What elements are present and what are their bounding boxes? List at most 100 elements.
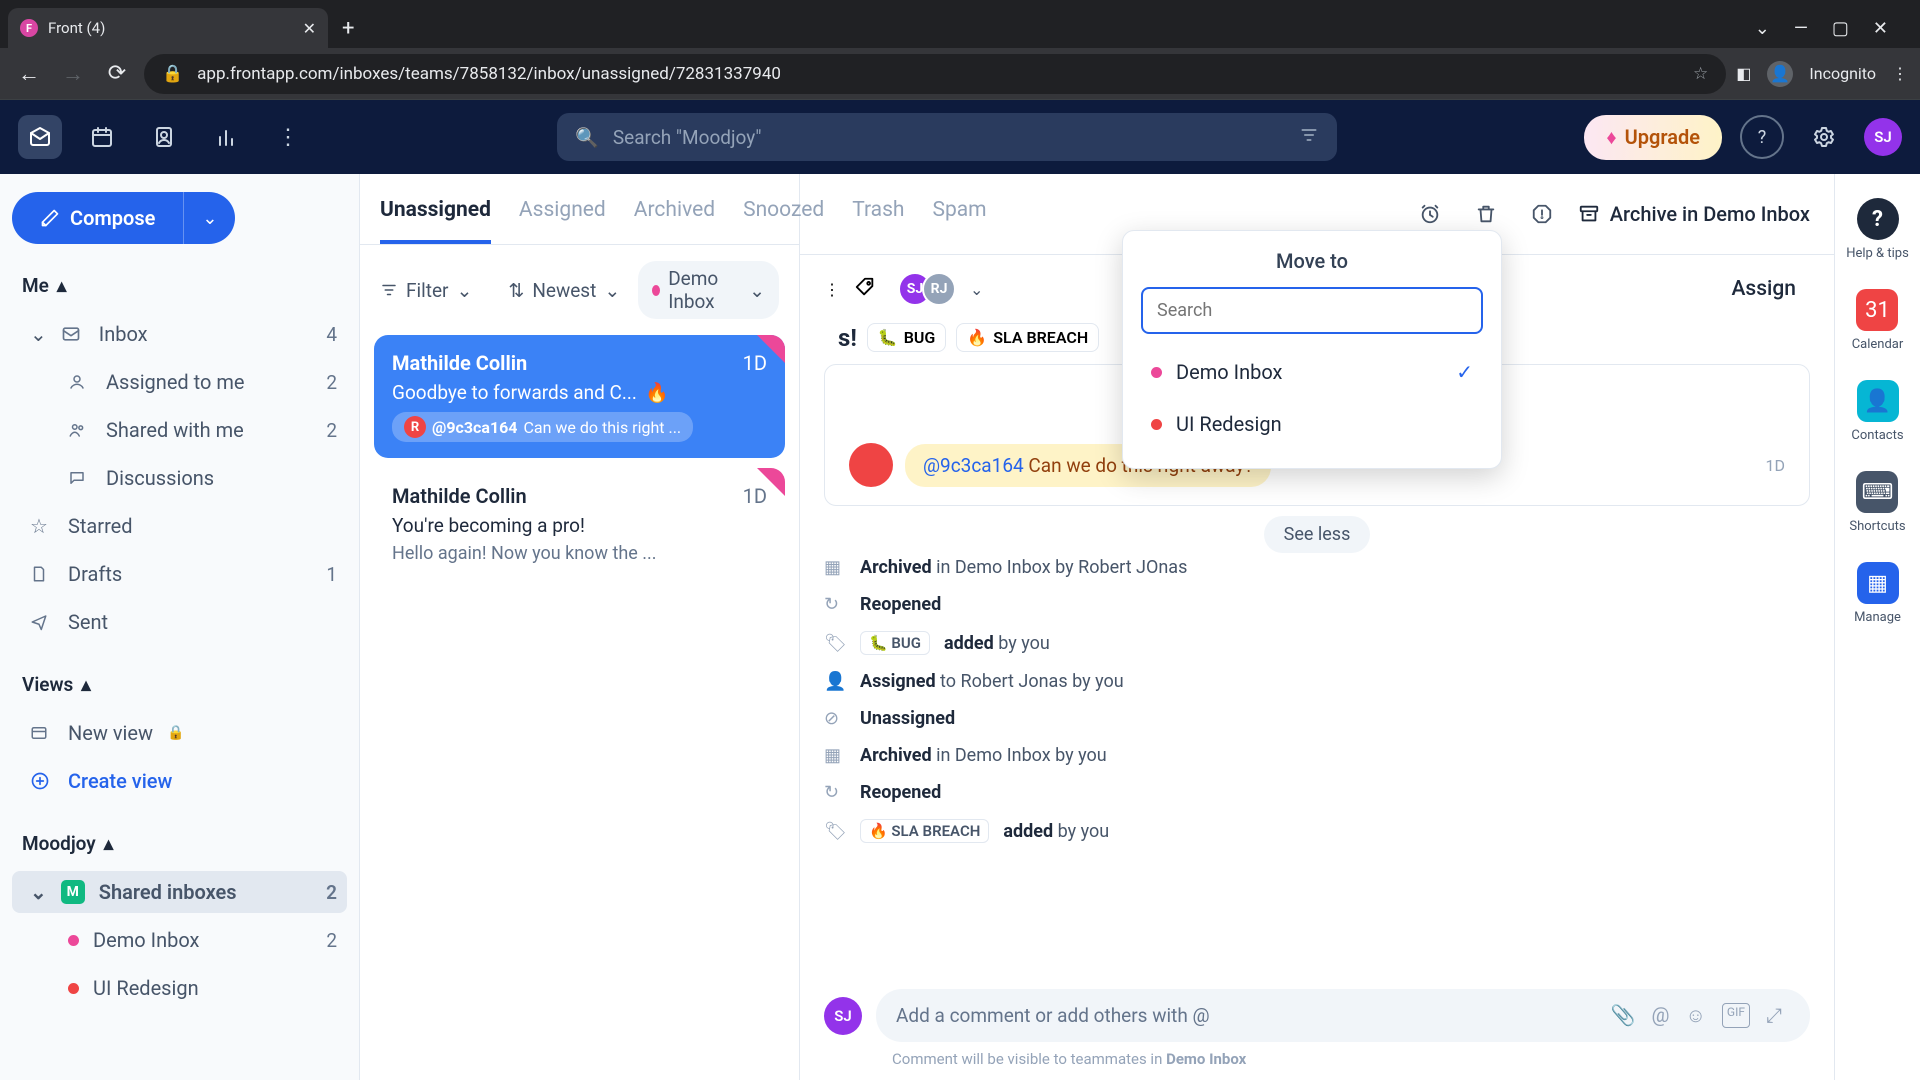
sidebar-item-sent[interactable]: Sent xyxy=(12,601,347,643)
inbox-selector[interactable]: Demo Inbox ⌄ xyxy=(638,261,779,319)
rail-shortcuts[interactable]: ⌨Shortcuts xyxy=(1849,471,1905,534)
section-me[interactable]: Me▴ xyxy=(12,264,347,307)
nav-analytics-icon[interactable] xyxy=(204,115,248,159)
upgrade-label: Upgrade xyxy=(1625,125,1700,149)
sidebar-item-drafts[interactable]: Drafts 1 xyxy=(12,553,347,595)
activity-row: ↻Reopened xyxy=(824,594,1810,615)
star-icon: ☆ xyxy=(30,514,54,538)
filter-icon[interactable] xyxy=(1299,125,1319,150)
search-input[interactable]: 🔍 Search "Moodjoy" xyxy=(557,113,1337,161)
incognito-icon: 👤 xyxy=(1767,61,1793,87)
close-tab-icon[interactable]: ✕ xyxy=(303,19,316,38)
sidebar-item-ui-redesign[interactable]: UI Redesign xyxy=(12,967,347,1009)
moveto-title: Move to xyxy=(1141,249,1483,273)
filter-button[interactable]: Filter ⌄ xyxy=(380,279,472,302)
tab-unassigned[interactable]: Unassigned xyxy=(380,198,491,244)
kebab-icon[interactable]: ⋮ xyxy=(1892,64,1908,83)
mention-chip: R @9c3ca164 Can we do this right ... xyxy=(392,412,693,442)
conversation-item[interactable]: Mathilde Collin 1D Goodbye to forwards a… xyxy=(374,335,785,458)
assignee-avatar[interactable]: RJ xyxy=(922,272,956,306)
activity-row: 👤Assigned to Robert Jonas by you xyxy=(824,671,1810,692)
snooze-icon[interactable] xyxy=(1410,194,1450,234)
dot-icon xyxy=(68,935,79,946)
reload-button[interactable]: ⟳ xyxy=(100,57,134,91)
sidebar-item-assigned-to-me[interactable]: Assigned to me 2 xyxy=(12,361,347,403)
expand-icon[interactable]: ⤢ xyxy=(1766,1003,1782,1028)
tab-assigned[interactable]: Assigned xyxy=(519,198,606,244)
browser-tab[interactable]: F Front (4) ✕ xyxy=(8,8,328,48)
tab-favicon: F xyxy=(20,19,38,37)
back-button[interactable]: ← xyxy=(12,57,46,91)
new-tab-button[interactable]: + xyxy=(332,16,364,41)
moveto-option-demo-inbox[interactable]: Demo Inbox ✓ xyxy=(1141,346,1483,398)
chevron-down-icon[interactable]: ⌄ xyxy=(970,280,983,299)
nav-inbox-icon[interactable] xyxy=(18,115,62,159)
forward-button[interactable]: → xyxy=(56,57,90,91)
rail-contacts[interactable]: 👤Contacts xyxy=(1851,380,1903,443)
rail-manage[interactable]: ▦Manage xyxy=(1854,562,1901,625)
tag-sla[interactable]: 🔥 SLA BREACH xyxy=(956,323,1099,352)
mention-icon[interactable]: @ xyxy=(1652,1003,1670,1028)
comment-input[interactable]: Add a comment or add others with @ 📎 @ ☺… xyxy=(876,989,1810,1042)
sidebar-item-starred[interactable]: ☆ Starred xyxy=(12,505,347,547)
sidebar-item-demo-inbox[interactable]: Demo Inbox 2 xyxy=(12,919,347,961)
sidebar-item-shared-inboxes[interactable]: ⌄ M Shared inboxes 2 xyxy=(12,871,347,913)
moveto-option-ui-redesign[interactable]: UI Redesign xyxy=(1141,398,1483,450)
user-avatar[interactable]: SJ xyxy=(1864,118,1902,156)
compose-dropdown[interactable]: ⌄ xyxy=(183,192,235,244)
assign-button[interactable]: Assign xyxy=(1718,271,1811,307)
emoji-icon[interactable]: ☺ xyxy=(1686,1003,1706,1028)
activity-row: ▦Archived in Demo Inbox by you xyxy=(824,745,1810,766)
send-icon xyxy=(30,613,54,631)
activity-log: ▦Archived in Demo Inbox by Robert JOnas … xyxy=(800,545,1834,855)
minimize-icon[interactable]: ― xyxy=(1794,18,1808,39)
more-icon[interactable]: ⋮ xyxy=(824,280,840,299)
chevron-down-icon: ⌄ xyxy=(749,279,765,302)
bookmark-icon[interactable]: ☆ xyxy=(1693,64,1708,84)
check-icon: ✓ xyxy=(1456,360,1473,384)
spam-icon[interactable] xyxy=(1522,194,1562,234)
close-window-icon[interactable]: ✕ xyxy=(1873,18,1888,39)
maximize-icon[interactable]: ▢ xyxy=(1832,18,1849,39)
rail-help[interactable]: ?Help & tips xyxy=(1846,198,1909,261)
settings-icon[interactable] xyxy=(1802,115,1846,159)
sort-button[interactable]: ⇅ Newest ⌄ xyxy=(508,279,620,302)
nav-more-icon[interactable]: ⋮ xyxy=(266,115,310,159)
rail-calendar[interactable]: 31Calendar xyxy=(1852,289,1904,352)
tag-icon: 🏷 xyxy=(824,633,846,654)
dot-icon xyxy=(652,285,660,296)
section-moodjoy[interactable]: Moodjoy▴ xyxy=(12,822,347,865)
nav-contacts-icon[interactable] xyxy=(142,115,186,159)
trash-icon[interactable] xyxy=(1466,194,1506,234)
composer-avatar: SJ xyxy=(824,997,862,1035)
lock-icon: 🔒 xyxy=(167,725,184,741)
archive-icon: ▦ xyxy=(824,745,846,766)
gif-icon[interactable]: GIF xyxy=(1722,1003,1750,1028)
extensions-icon[interactable]: ◧ xyxy=(1736,64,1751,83)
upgrade-button[interactable]: ♦ Upgrade xyxy=(1584,115,1722,160)
sidebar-item-create-view[interactable]: Create view xyxy=(12,760,347,802)
attach-icon[interactable]: 📎 xyxy=(1611,1003,1636,1028)
section-views[interactable]: Views▴ xyxy=(12,663,347,706)
moveto-search-input[interactable] xyxy=(1141,287,1483,334)
url-bar[interactable]: 🔒 app.frontapp.com/inboxes/teams/7858132… xyxy=(144,54,1726,94)
inbox-icon xyxy=(61,324,85,344)
help-icon[interactable]: ? xyxy=(1740,115,1784,159)
assign-icon: 👤 xyxy=(824,671,846,692)
tab-archived[interactable]: Archived xyxy=(634,198,715,244)
compose-button[interactable]: Compose xyxy=(12,192,183,244)
sidebar-item-new-view[interactable]: New view 🔒 xyxy=(12,712,347,754)
archive-icon: ▦ xyxy=(824,557,846,578)
users-icon xyxy=(68,421,92,439)
archive-in-button[interactable]: Archive in Demo Inbox xyxy=(1578,202,1810,226)
app-header: ⋮ 🔍 Search "Moodjoy" ♦ Upgrade ? SJ xyxy=(0,100,1920,174)
nav-calendar-icon[interactable] xyxy=(80,115,124,159)
sidebar-item-inbox[interactable]: ⌄ Inbox 4 xyxy=(12,313,347,355)
sidebar-item-discussions[interactable]: Discussions xyxy=(12,457,347,499)
activity-row: ⊘Unassigned xyxy=(824,708,1810,729)
conversation-item[interactable]: Mathilde Collin 1D You're becoming a pro… xyxy=(374,468,785,580)
tag-bug[interactable]: 🐛 BUG xyxy=(867,323,947,352)
sidebar-item-shared-with-me[interactable]: Shared with me 2 xyxy=(12,409,347,451)
tag-icon[interactable] xyxy=(854,276,876,302)
chevron-down-icon[interactable]: ⌄ xyxy=(1755,18,1770,39)
